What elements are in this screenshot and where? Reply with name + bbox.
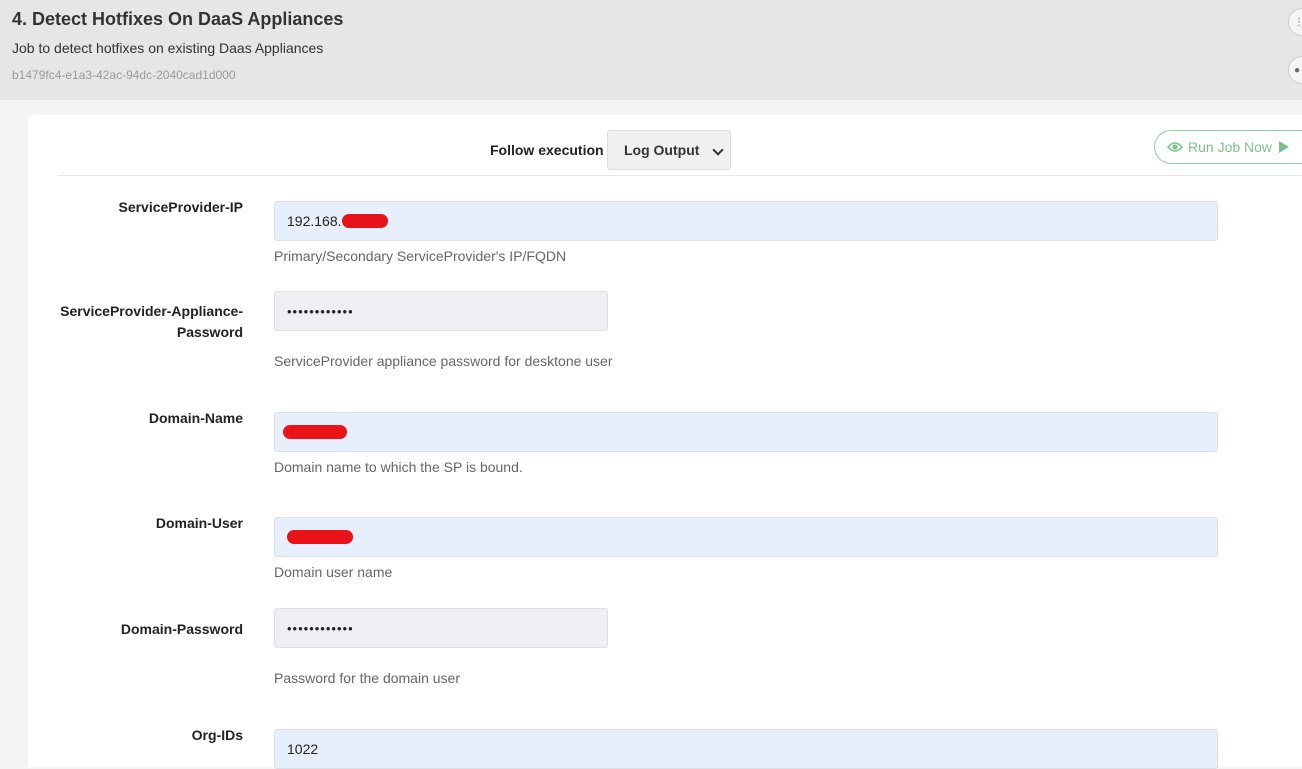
domain-user-help: Domain user name bbox=[274, 564, 393, 580]
follow-execution-select[interactable]: Log Output bbox=[607, 130, 731, 170]
sp-ip-value: 192.168. bbox=[287, 213, 342, 229]
chevron-down-icon bbox=[712, 144, 724, 156]
domain-password-value: •••••••••••• bbox=[287, 620, 354, 636]
domain-name-label: Domain-Name bbox=[148, 410, 243, 426]
domain-name-help: Domain name to which the SP is bound. bbox=[274, 459, 523, 475]
domain-user-label: Domain-User bbox=[155, 515, 243, 531]
job-uuid: b1479fc4-e1a3-42ac-94dc-2040cad1d000 bbox=[12, 68, 236, 82]
domain-password-input[interactable]: •••••••••••• bbox=[274, 608, 608, 648]
domain-user-input[interactable] bbox=[274, 517, 1218, 557]
sp-ip-label: ServiceProvider-IP bbox=[118, 199, 243, 215]
eye-icon bbox=[1167, 141, 1183, 153]
job-header: 4. Detect Hotfixes On DaaS Appliances Jo… bbox=[0, 0, 1302, 100]
info-button[interactable]: ● bbox=[1288, 56, 1302, 84]
sp-password-label: ServiceProvider-Appliance- Password bbox=[60, 301, 243, 343]
domain-password-label: Domain-Password bbox=[120, 621, 243, 637]
info-icon: ● bbox=[1294, 64, 1301, 76]
sp-password-help: ServiceProvider appliance password for d… bbox=[274, 353, 613, 369]
org-ids-value: 1022 bbox=[287, 741, 319, 757]
play-icon bbox=[1278, 141, 1290, 153]
more-options-button[interactable]: ⋮ bbox=[1288, 8, 1302, 36]
toolbar-divider bbox=[58, 175, 1302, 176]
sp-password-input[interactable]: •••••••••••• bbox=[274, 291, 608, 331]
redaction-mark bbox=[341, 214, 388, 228]
org-ids-label: Org-IDs bbox=[191, 727, 243, 743]
org-ids-input[interactable]: 1022 bbox=[274, 729, 1218, 769]
sp-ip-help: Primary/Secondary ServiceProvider's IP/F… bbox=[274, 248, 567, 264]
follow-select-value: Log Output bbox=[624, 142, 700, 158]
more-icon: ⋮ bbox=[1294, 16, 1302, 28]
sp-password-value: •••••••••••• bbox=[287, 303, 354, 319]
sp-password-label-line2: Password bbox=[176, 324, 243, 340]
run-job-now-button[interactable]: Run Job Now bbox=[1154, 130, 1302, 164]
job-description: Job to detect hotfixes on existing Daas … bbox=[12, 40, 324, 56]
redaction-mark bbox=[287, 530, 353, 544]
run-job-now-label: Run Job Now bbox=[1188, 139, 1273, 155]
job-options-panel: Follow execution Log Output Run Job Now … bbox=[28, 115, 1302, 769]
sp-password-label-line1: ServiceProvider-Appliance- bbox=[60, 303, 243, 319]
redaction-mark bbox=[283, 425, 347, 439]
sp-ip-input[interactable]: 192.168. bbox=[274, 201, 1218, 241]
follow-execution-label: Follow execution bbox=[490, 142, 604, 158]
domain-password-help: Password for the domain user bbox=[274, 670, 460, 686]
domain-name-input[interactable] bbox=[274, 412, 1218, 452]
job-title: 4. Detect Hotfixes On DaaS Appliances bbox=[12, 9, 344, 29]
